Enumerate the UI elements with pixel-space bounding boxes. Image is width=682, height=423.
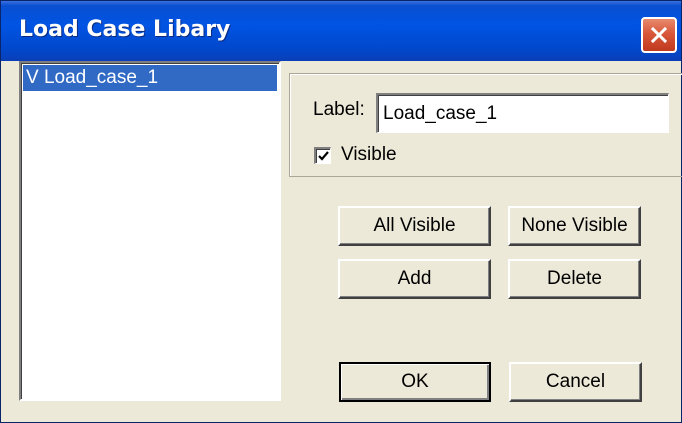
none-visible-button[interactable]: None Visible: [508, 206, 641, 246]
label-field[interactable]: [376, 93, 669, 133]
cancel-button[interactable]: Cancel: [509, 362, 642, 402]
delete-button[interactable]: Delete: [508, 259, 641, 299]
load-case-library-dialog: Load Case Libary V Load_case_1 Label: Vi…: [0, 0, 682, 423]
title-bar[interactable]: Load Case Libary: [1, 1, 681, 61]
label-caption: Label:: [313, 99, 365, 120]
window-title: Load Case Libary: [19, 17, 231, 42]
close-icon: [650, 26, 668, 44]
list-item-load-case-1[interactable]: V Load_case_1: [23, 65, 277, 91]
checkmark-icon: [317, 150, 329, 161]
load-case-list[interactable]: V Load_case_1: [19, 61, 281, 401]
visible-checkbox[interactable]: [314, 147, 331, 164]
visible-label: Visible: [341, 144, 397, 165]
close-button[interactable]: [641, 17, 677, 53]
add-button[interactable]: Add: [338, 259, 491, 299]
all-visible-button[interactable]: All Visible: [338, 206, 491, 246]
ok-button[interactable]: OK: [339, 362, 491, 402]
